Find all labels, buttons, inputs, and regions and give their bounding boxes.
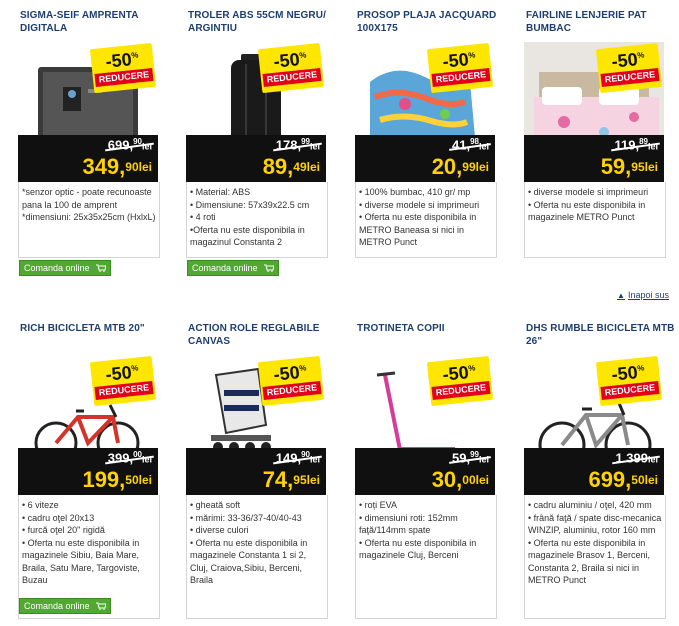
product-title[interactable]: TROLER ABS 55CM negru/ argintiu — [185, 9, 347, 42]
description-line: • Oferta nu este disponibila in magazine… — [359, 537, 477, 561]
description-line: • furcă oţel 20" rigidă — [22, 525, 105, 535]
description-line: • 6 viteze — [22, 500, 59, 510]
product-title[interactable]: ACTION ROLE REGLABILE CANVAS — [185, 322, 347, 355]
discount-badge: -50% REDUCERE — [595, 42, 663, 94]
discount-badge: -50% REDUCERE — [426, 42, 494, 94]
description-line: • Oferta nu este disponibila in magazine… — [22, 537, 140, 586]
product-card: FAIRLINE LENJERIE PAT BUMBAC -50% REDUCER… — [523, 9, 679, 258]
product-description: • Material: ABS • Dimensiune: 57x39x22.5 … — [186, 182, 328, 258]
product-title[interactable]: PROSOP PLAJA JACQUARD 100X175 — [354, 9, 516, 42]
product-description: • 100% bumbac, 410 gr/ mp • diverse model… — [355, 182, 497, 258]
order-online-button[interactable]: Comanda online — [187, 260, 279, 276]
price-bar: 178,99lei 89,49lei — [186, 135, 326, 182]
order-online-button[interactable]: Comanda online — [19, 598, 111, 614]
price-bar: 699,90lei 349,90lei — [18, 135, 158, 182]
chevron-up-icon: ▲ — [617, 291, 625, 300]
description-line: • diverse modele si imprimeuri — [359, 199, 480, 210]
description-line: • 4 roti — [190, 212, 216, 222]
description-line: •Oferta nu este disponibila in magazinul… — [190, 224, 305, 248]
price-bar: 41,98lei 20,99lei — [355, 135, 495, 182]
description-line: • Material: ABS — [190, 187, 251, 197]
description-line: • cadru aluminiu / oţel, 420 mm — [528, 500, 652, 510]
discount-badge: -50% REDUCERE — [89, 355, 157, 407]
new-price: 89,49lei — [262, 154, 320, 179]
old-price: 59,99lei — [449, 450, 491, 465]
product-card: PROSOP PLAJA JACQUARD 100X175 -50% REDUCE… — [354, 9, 516, 258]
product-card: DHS RUMBLE BICICLETA MTB 26" -50% REDUCER… — [523, 322, 679, 619]
price-bar: 59,99lei 30,00lei — [355, 448, 495, 495]
old-price: 41,98lei — [449, 137, 491, 152]
cart-icon — [96, 602, 106, 610]
product-image[interactable]: -50%REDUCERE 119,89lei 59,95lei — [524, 42, 664, 182]
new-price: 699,50lei — [588, 467, 658, 492]
price-bar: 149,90lei 74,95lei — [186, 448, 326, 495]
discount-badge: -50% REDUCERE — [89, 42, 157, 94]
product-image[interactable]: -50%REDUCERE 699,90lei 349,90lei — [18, 42, 158, 182]
discount-badge: -50% REDUCERE — [595, 355, 663, 407]
back-to-top-link[interactable]: ▲ Inapoi sus — [617, 290, 669, 300]
description-line: • diverse modele si imprimeuri — [528, 187, 649, 197]
discount-badge: -50% REDUCERE — [426, 355, 494, 407]
description-line: • Oferta nu este disponibila in magazine… — [528, 537, 651, 586]
price-bar: 119,89lei 59,95lei — [524, 135, 664, 182]
product-title[interactable]: SIGMA-SEIF AMPRENTA DIGITALA — [17, 9, 179, 42]
description-line: *dimensiuni: 25x35x25cm (HxlxL) — [22, 212, 156, 222]
description-line: • diverse culori — [190, 525, 249, 535]
new-price: 59,95lei — [600, 154, 658, 179]
product-title[interactable]: DHS RUMBLE BICICLETA MTB 26" — [523, 322, 679, 355]
product-description: *senzor optic - poate recunoaste pana la… — [18, 182, 160, 258]
discount-badge: -50% REDUCERE — [257, 355, 325, 407]
new-price: 30,00lei — [431, 467, 489, 492]
discount-badge: -50% REDUCERE — [257, 42, 325, 94]
product-card: RICH BICICLETA MTB 20" -50%REDUCERE 399,0… — [17, 322, 179, 619]
price-bar: 1.399lei 699,50lei — [524, 448, 664, 495]
product-title[interactable]: RICH BICICLETA MTB 20" — [17, 322, 179, 355]
product-image[interactable]: -50% REDUCERE 1.399lei 699,50lei — [524, 355, 664, 495]
product-description: • cadru aluminiu / oţel, 420 mm • frână f… — [524, 495, 666, 619]
description-line: • 100% bumbac, 410 gr/ mp — [359, 187, 471, 197]
product-image[interactable]: -50%REDUCERE 178,99lei 89,49lei — [186, 42, 326, 182]
description-line: • gheată soft — [190, 500, 241, 510]
old-price: 119,89lei — [611, 137, 660, 152]
new-price: 20,99lei — [431, 154, 489, 179]
old-price: 699,90lei — [104, 137, 154, 152]
price-bar: 399,00lei 199,50lei — [18, 448, 158, 495]
product-title[interactable]: FAIRLINE LENJERIE PAT BUMBAC — [523, 9, 679, 42]
cart-icon — [264, 264, 274, 272]
description-line: • dimensiuni roti: 152mm faţă/114mm spat… — [359, 512, 458, 536]
description-line: • Oferta nu este disponibila in magazine… — [190, 537, 308, 586]
new-price: 349,90lei — [82, 154, 152, 179]
old-price: 178,99lei — [272, 137, 322, 152]
description-line: • roți EVA — [359, 500, 397, 510]
description-line: *senzor optic - poate recunoaste pana la… — [22, 187, 152, 210]
old-price: 149,90lei — [272, 450, 322, 465]
new-price: 199,50lei — [82, 467, 152, 492]
product-title[interactable]: TROTINETA COPII — [354, 322, 516, 355]
order-online-button[interactable]: Comanda online — [19, 260, 111, 276]
new-price: 74,95lei — [262, 467, 320, 492]
description-line: • mărimi: 33-36/37-40/40-43 — [190, 512, 302, 523]
product-card: SIGMA-SEIF AMPRENTA DIGITALA -50% REDUCER… — [17, 9, 179, 258]
description-line: • Dimensiune: 57x39x22.5 cm — [190, 199, 310, 210]
product-image[interactable]: -50%REDUCERE 149,90lei 74,95lei — [186, 355, 326, 495]
product-description: • gheată soft • mărimi: 33-36/37-40/40-43… — [186, 495, 328, 619]
product-card: TROLER ABS 55CM negru/ argintiu -50% REDU… — [185, 9, 347, 258]
product-card: TROTINETA COPII -50% REDUCERE 59,99lei 30,0… — [354, 322, 516, 619]
description-line: • Oferta nu este disponibila in METRO Ba… — [359, 212, 477, 247]
old-price: 1.399lei — [612, 450, 660, 465]
product-image[interactable]: -50% REDUCERE 41,98lei 20,99lei — [355, 42, 495, 182]
product-description: • diverse modele si imprimeuri • Oferta n… — [524, 182, 666, 258]
old-price: 399,00lei — [104, 450, 154, 465]
product-image[interactable]: -50%REDUCERE 399,00lei 199,50lei — [18, 355, 158, 495]
description-line: • Oferta nu este disponibila in magazine… — [528, 199, 646, 223]
description-line: • frână faţă / spate disc-mecanica WINZI… — [528, 512, 662, 536]
product-image[interactable]: -50% REDUCERE 59,99lei 30,00lei — [355, 355, 495, 495]
cart-icon — [96, 264, 106, 272]
product-description: • roți EVA • dimensiuni roti: 152mm faţă/… — [355, 495, 497, 619]
product-card: ACTION ROLE REGLABILE CANVAS -50% REDUCER… — [185, 322, 347, 619]
description-line: • cadru oţel 20x13 — [22, 512, 95, 523]
